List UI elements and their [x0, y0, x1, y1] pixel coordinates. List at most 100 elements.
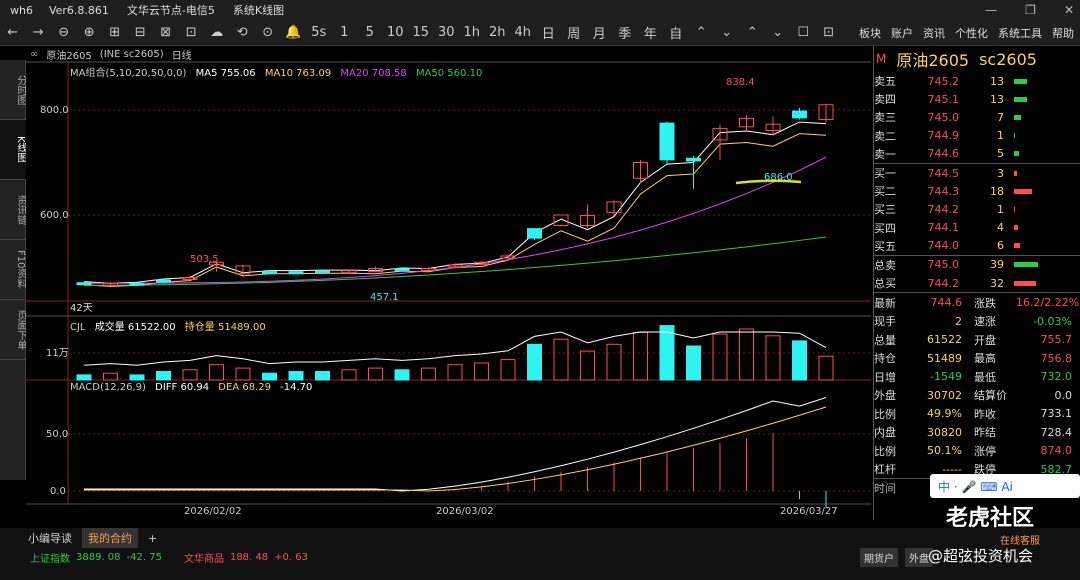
ma-label[interactable]: MA组合(5,10,20,50,0,0)	[70, 68, 186, 79]
asks-volume: 7	[997, 110, 1004, 124]
stat-value: -1549	[930, 370, 962, 383]
bids-price: 744.5	[927, 166, 960, 180]
toolbar-btn-32[interactable]: ⊡	[816, 25, 842, 40]
menu-5[interactable]: 帮助	[1052, 25, 1074, 41]
toolbar-btn-14[interactable]: 5	[357, 25, 383, 40]
sell-total-row: 总卖 745.0 39	[874, 256, 1080, 274]
volume-bar	[288, 371, 304, 381]
stat-value-2: -0.03%	[1033, 314, 1072, 328]
toolbar-btn-11[interactable]: 🔔	[281, 25, 307, 40]
toolbar-btn-25[interactable]: 年	[638, 23, 664, 42]
toolbar-btn-2[interactable]: ⊖	[51, 25, 77, 40]
menu-3[interactable]: 个性化	[955, 25, 988, 41]
toolbar-btn-7[interactable]: ⊡	[179, 25, 205, 40]
toolbar-btn-30[interactable]: ⌄	[765, 25, 791, 40]
link-icon[interactable]: ∞	[30, 49, 38, 60]
leftnav-2[interactable]: 资讯链	[0, 180, 26, 240]
volume-bar	[765, 335, 781, 381]
asks-level: 卖二	[874, 129, 896, 143]
volume-bar	[606, 343, 622, 381]
toolbar-btn-23[interactable]: 月	[587, 23, 613, 42]
futures-button[interactable]: 期货户	[860, 547, 898, 567]
toolbar-btn-9[interactable]: ⟲	[230, 25, 256, 40]
maximize-button[interactable]: ❐	[1025, 3, 1036, 17]
toolbar-btn-10[interactable]: ⊙	[255, 25, 281, 40]
toolbar-btn-3[interactable]: ⊕	[77, 25, 103, 40]
toolbar-btn-24[interactable]: 季	[612, 23, 638, 42]
candle-body	[315, 270, 330, 274]
index1-name: 上证指数	[30, 553, 70, 565]
toolbar: ← → ⊖ ⊕ ⊞ ⊟ ⊠ ⊡ ☁ ⟲ ⊙ 🔔 5s 1 5 10 15 30 1h 2h 4h 日周月季年自 ⌃ ⌄ ⌃ ⌄ ☐ ⊡…	[0, 20, 1080, 46]
bids-volume: 4	[997, 221, 1004, 235]
toolbar-btn-20[interactable]: 4h	[510, 25, 536, 40]
stat-value: 49.9%	[927, 407, 962, 420]
vol-label[interactable]: CJL	[70, 322, 86, 333]
toolbar-btn-5[interactable]: ⊟	[128, 25, 154, 40]
toolbar-btn-18[interactable]: 1h	[459, 25, 485, 40]
menu-1[interactable]: 账户	[891, 25, 913, 41]
quote-panel: M 原油2605 sc2605 卖五 745.2 13 卖四 745.1 13 卖三 745.…	[873, 46, 1080, 520]
candle-body	[288, 271, 304, 275]
toolbar-btn-17[interactable]: 30	[434, 25, 460, 40]
bids-level: 买四	[874, 221, 896, 235]
close-button[interactable]: ✕	[1064, 3, 1074, 17]
toolbar-btn-4[interactable]: ⊞	[102, 25, 128, 40]
leftnav-0[interactable]: 分时图	[0, 60, 26, 120]
kline-chart[interactable]: 838.4 686.0 503.5 457.1 42天 800.0 600.0 …	[26, 46, 871, 517]
stat-label: 现手	[874, 315, 896, 328]
toolbar-btn-0[interactable]: ←	[0, 25, 26, 40]
stat-label: 杠杆	[874, 463, 896, 476]
chart-area[interactable]: 838.4 686.0 503.5 457.1 42天 800.0 600.0 …	[26, 46, 871, 517]
title-bar: wh6 Ver6.8.861 文华云节点-电信5 系统K线图 — ❐ ✕	[0, 0, 1080, 20]
toolbar-btn-12[interactable]: 5s	[306, 25, 332, 40]
app-version: Ver6.8.861	[48, 3, 109, 17]
toolbar-btn-29[interactable]: ⌃	[740, 25, 766, 40]
stat-label-2: 最低	[974, 370, 996, 384]
ime-bar[interactable]: 中 · 🎤 ⌨ Ai	[930, 474, 1080, 498]
toolbar-btn-8[interactable]: ☁	[204, 25, 230, 40]
ma20-value: MA20 708.58	[340, 68, 407, 79]
toolbar-btn-13[interactable]: 1	[332, 25, 358, 40]
toolbar-btn-27[interactable]: ⌃	[689, 25, 715, 40]
view-name: 系统K线图	[232, 4, 285, 17]
tab-my-contracts[interactable]: 我的合约	[82, 528, 138, 548]
leftnav-1[interactable]: K线图	[0, 120, 26, 180]
minimize-button[interactable]: —	[985, 3, 997, 17]
asks-price: 745.0	[927, 110, 960, 124]
bids-volume: 18	[990, 184, 1004, 198]
leftnav-3[interactable]: F10资料	[0, 240, 26, 300]
toolbar-btn-15[interactable]: 10	[383, 25, 409, 40]
volume-bar	[686, 345, 701, 381]
toolbar-btn-31[interactable]: ☐	[791, 25, 817, 40]
candle-body	[156, 279, 171, 283]
toolbar-btn-26[interactable]: 自	[663, 23, 689, 42]
stat-row-5: 外盘 30702 结算价 0.0	[874, 386, 1080, 405]
bids-row-2: 买三 744.2 1	[874, 200, 1080, 218]
toolbar-btn-16[interactable]: 15	[408, 25, 434, 40]
macd-label[interactable]: MACD(12,26,9)	[70, 382, 146, 393]
annotation-low-b: 457.1	[370, 292, 399, 303]
menu-2[interactable]: 资讯	[923, 25, 945, 41]
add-tab-button[interactable]: +	[148, 532, 157, 545]
stat-value-2: 733.1	[1040, 407, 1073, 420]
index1-value: 3889. 08	[76, 551, 121, 563]
leftnav-4[interactable]: 页面下单	[0, 300, 26, 360]
quote-code: sc2605	[979, 49, 1037, 69]
toolbar-btn-21[interactable]: 日	[536, 23, 562, 42]
left-nav: 分时图 K线图 资讯链 F10资料 页面下单	[0, 60, 26, 480]
volume-bar	[500, 359, 516, 381]
stat-label: 比例	[874, 407, 896, 421]
tab-guide[interactable]: 小编导读	[28, 530, 72, 546]
period-select[interactable]: 日线	[172, 47, 192, 62]
toolbar-btn-28[interactable]: ⌄	[714, 25, 740, 40]
ask-book: 卖五 745.2 13 卖四 745.1 13 卖三 745.0 7 卖二 744.9 1 卖一 744.…	[874, 72, 1080, 163]
vol-value: 成交量 61522.00	[94, 322, 176, 333]
toolbar-btn-6[interactable]: ⊠	[153, 25, 179, 40]
toolbar-btn-19[interactable]: 2h	[485, 25, 511, 40]
toolbar-btn-22[interactable]: 周	[561, 23, 587, 42]
menu-4[interactable]: 系统工具	[998, 25, 1042, 41]
asks-volume: 5	[997, 147, 1004, 161]
menu-0[interactable]: 板块	[859, 25, 881, 41]
toolbar-btn-1[interactable]: →	[26, 25, 52, 40]
volume-bar	[474, 362, 489, 381]
